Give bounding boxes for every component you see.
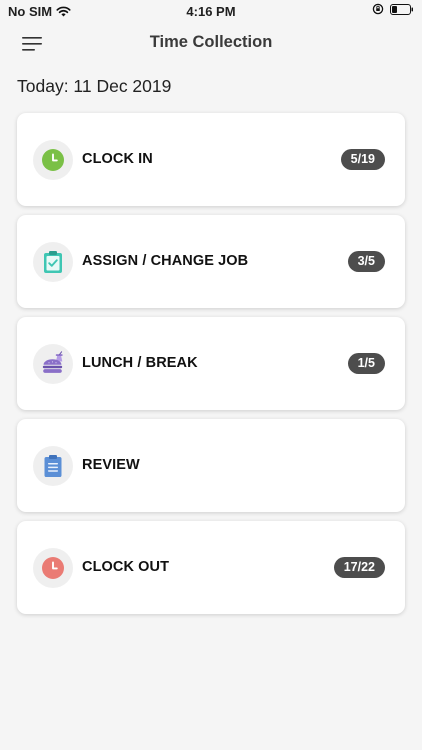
assign-change-job-card[interactable]: ASSIGN / CHANGE JOB 3/5 — [17, 215, 405, 308]
review-icon-wrap — [33, 446, 73, 486]
review-label: REVIEW — [82, 457, 140, 473]
clipboard-check-icon — [44, 251, 62, 273]
review-card[interactable]: REVIEW — [17, 419, 405, 512]
clock-icon — [42, 149, 64, 171]
nav-bar: Time Collection — [0, 24, 422, 66]
clock-out-card[interactable]: CLOCK OUT 17/22 — [17, 521, 405, 614]
status-time: 4:16 PM — [186, 4, 236, 19]
battery-icon — [390, 3, 413, 15]
today-date: Today: 11 Dec 2019 — [17, 76, 172, 96]
clock-out-icon-wrap — [33, 548, 73, 588]
clock-in-label: CLOCK IN — [82, 151, 153, 167]
assign-change-job-badge: 3/5 — [347, 251, 385, 272]
assign-change-job-label: ASSIGN / CHANGE JOB — [82, 253, 249, 269]
lunch-break-icon-wrap — [33, 344, 73, 384]
status-right — [372, 3, 414, 15]
clock-out-label: CLOCK OUT — [82, 559, 170, 575]
page-title: Time Collection — [149, 33, 273, 51]
lunch-break-card[interactable]: LUNCH / BREAK 1/5 — [17, 317, 405, 410]
document-list-icon — [44, 455, 62, 477]
status-bar: No SIM 4:16 PM — [0, 0, 422, 24]
burger-drink-icon — [42, 351, 63, 373]
clock-icon — [42, 557, 64, 579]
clock-out-badge: 17/22 — [333, 557, 385, 578]
assign-job-icon-wrap — [33, 242, 73, 282]
clock-in-badge: 5/19 — [340, 149, 385, 170]
clock-in-card[interactable]: CLOCK IN 5/19 — [17, 113, 405, 206]
clock-in-icon-wrap — [33, 140, 73, 180]
lunch-break-badge: 1/5 — [347, 353, 385, 374]
orientation-lock-icon — [372, 3, 384, 15]
lunch-break-label: LUNCH / BREAK — [82, 355, 198, 371]
